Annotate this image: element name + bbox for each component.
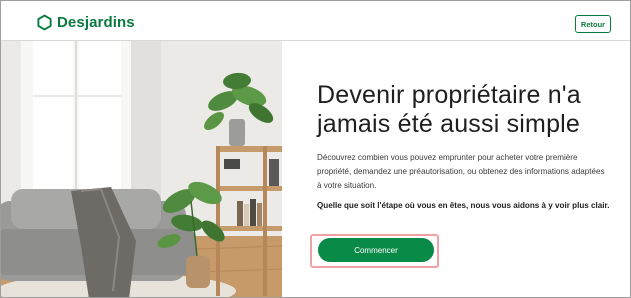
page-frame: Desjardins Retour Devenir propriétaire n… [0, 0, 631, 298]
brand-logo[interactable]: Desjardins [36, 13, 135, 31]
hero-content: Devenir propriétaire n'a jamais été auss… [317, 81, 617, 210]
page-title: Devenir propriétaire n'a jamais été auss… [317, 81, 617, 139]
brand-name: Desjardins [57, 13, 135, 31]
living-room-photo [1, 41, 282, 297]
top-header: Desjardins Retour [1, 1, 630, 41]
support-statement: Quelle que soit l'étape où vous en êtes,… [317, 201, 610, 210]
back-button[interactable]: Retour [575, 15, 611, 33]
page-title-line-1: Devenir propriétaire n'a [317, 81, 581, 109]
start-button[interactable]: Commencer [318, 238, 434, 262]
intro-description: Découvrez combien vous pouvez emprunter … [317, 153, 605, 190]
hexagon-logo-icon [37, 14, 52, 30]
hero-illustration [1, 41, 282, 297]
page-title-line-2: jamais été aussi simple [317, 110, 581, 138]
